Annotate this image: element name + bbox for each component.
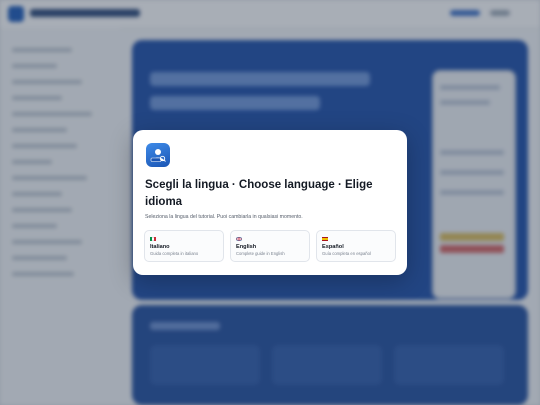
- language-option-espanol[interactable]: Español Guía completa en español: [316, 230, 396, 262]
- flag-it-icon: [150, 237, 156, 241]
- modal-title: Scegli la lingua · Choose language · Eli…: [145, 179, 373, 208]
- flag-uk-icon: [236, 237, 242, 241]
- modal-subtitle: Seleziona la lingua del tutorial. Puoi c…: [145, 214, 303, 220]
- language-name: English: [236, 244, 257, 250]
- language-description: Guida completa in italiano: [150, 251, 199, 256]
- language-name: Español: [322, 244, 344, 250]
- language-name: Italiano: [150, 244, 170, 250]
- flag-es-icon: [322, 237, 328, 241]
- language-modal: Scegli la lingua · Choose language · Eli…: [133, 130, 407, 275]
- language-option-italiano[interactable]: Italiano Guida completa in italiano: [144, 230, 224, 262]
- language-option-english[interactable]: English Complete guide in English: [230, 230, 310, 262]
- app-logo-icon: [146, 143, 170, 167]
- language-options: Italiano Guida completa in italiano Engl…: [144, 230, 396, 262]
- language-description: Guía completa en español: [322, 251, 371, 256]
- language-description: Complete guide in English: [236, 251, 285, 256]
